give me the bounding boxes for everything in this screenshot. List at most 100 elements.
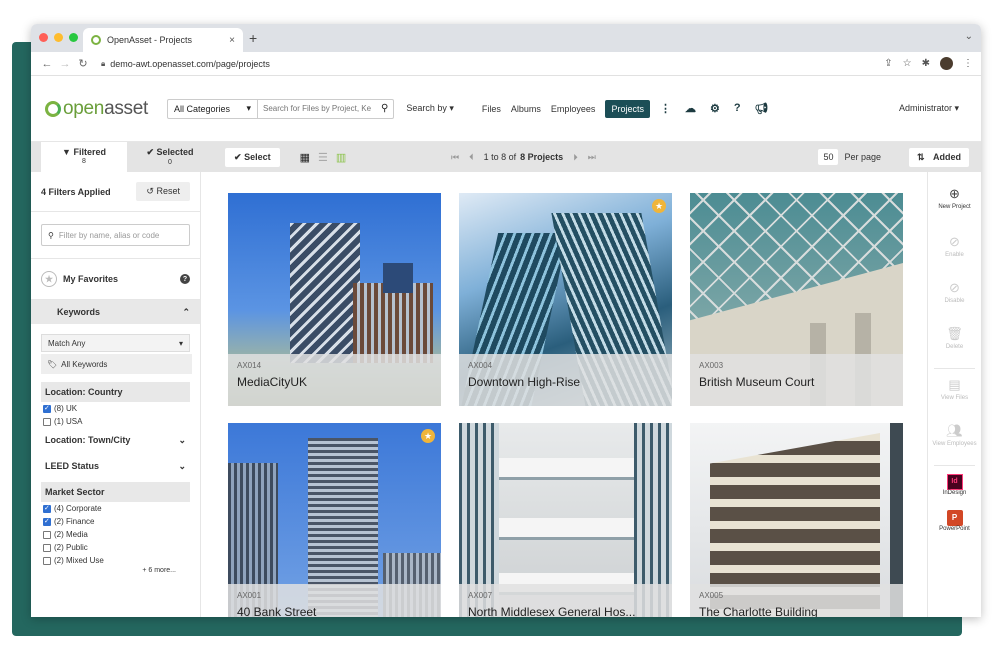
sort-button[interactable]: ⇅ Added <box>908 147 969 167</box>
caret-down-icon: ▾ <box>246 103 251 113</box>
help-icon[interactable]: ? <box>734 102 741 115</box>
filter-option[interactable]: (2) Mixed Use <box>41 554 190 567</box>
powerpoint-label: PowerPoint <box>939 526 970 532</box>
filter-option[interactable]: (4) Corporate <box>41 502 190 515</box>
country-filter-header[interactable]: Location: Country <box>41 382 190 402</box>
view-employees-action[interactable]: 👥︎ View Employees <box>928 417 981 463</box>
app-header: openasset All Categories ▾ ⚲ Search by ▾… <box>31 76 981 142</box>
checkbox[interactable] <box>43 530 51 539</box>
select-button[interactable]: ✔ Select <box>225 147 280 167</box>
my-favorites-row[interactable]: ★ My Favorites ? <box>31 258 200 300</box>
filter-option[interactable]: (2) Finance <box>41 515 190 528</box>
tab-selected[interactable]: ✔ Selected 0 <box>127 142 213 172</box>
filter-option[interactable]: (2) Media <box>41 528 190 541</box>
settings-gear-icon[interactable]: ⚙ <box>710 102 720 115</box>
maximize-window-button[interactable] <box>69 33 78 42</box>
disable-action[interactable]: ⊘ Disable <box>928 274 981 320</box>
all-keywords-chip[interactable]: 🏷︎ All Keywords <box>41 354 192 374</box>
view-files-action[interactable]: ▤ View Files <box>928 371 981 417</box>
minimize-window-button[interactable] <box>54 33 63 42</box>
tab-list-chevron-icon[interactable]: ⌄ <box>965 31 973 42</box>
back-icon[interactable]: ← <box>39 58 55 70</box>
project-card[interactable]: AX014 MediaCityUK <box>228 193 441 406</box>
new-project-action[interactable]: ⊕ New Project <box>928 172 981 228</box>
help-icon[interactable]: ? <box>180 274 190 284</box>
user-menu[interactable]: Administrator ▾ <box>899 103 959 114</box>
new-tab-button[interactable]: + <box>249 30 257 46</box>
project-card[interactable]: AX003 British Museum Court <box>690 193 903 406</box>
town-filter-header[interactable]: Location: Town/City ⌄ <box>41 430 190 450</box>
checkbox-checked[interactable] <box>43 404 51 413</box>
project-card[interactable]: ★ AX004 Downtown High-Rise <box>459 193 672 406</box>
filter-option[interactable]: (1) USA <box>41 415 190 428</box>
tab-filtered[interactable]: ▼ Filtered 8 <box>41 142 127 172</box>
bookmark-star-icon[interactable]: ☆ <box>903 58 912 69</box>
browser-window: OpenAsset - Projects × + ⌄ ← → ↻ 🔒︎ demo… <box>31 24 981 617</box>
per-page-input[interactable]: 50 <box>818 149 839 165</box>
upload-cloud-icon[interactable]: ☁ <box>685 102 696 115</box>
caret-down-icon: ▾ <box>178 338 183 348</box>
reload-icon[interactable]: ↻ <box>75 57 91 70</box>
select-button-label: Select <box>244 151 271 162</box>
project-card[interactable]: AX007 North Middlesex General Hos... <box>459 423 672 617</box>
match-select[interactable]: Match Any ▾ <box>41 334 190 352</box>
checkbox[interactable] <box>43 417 51 426</box>
share-icon[interactable]: ⇪ <box>884 58 892 69</box>
chart-view-icon[interactable]: ▥ <box>336 151 346 164</box>
sector-filter-header[interactable]: Market Sector <box>41 482 190 502</box>
delete-action[interactable]: 🗑︎ Delete <box>928 320 981 366</box>
nav-albums[interactable]: Albums <box>511 104 541 114</box>
tab-title: OpenAsset - Projects <box>107 35 193 45</box>
leed-filter-header[interactable]: LEED Status ⌄ <box>41 456 190 476</box>
checkbox[interactable] <box>43 556 51 565</box>
search-group: All Categories ▾ ⚲ <box>167 98 395 119</box>
reset-button[interactable]: ↺ Reset <box>136 182 190 201</box>
project-card[interactable]: AX005 The Charlotte Building <box>690 423 903 617</box>
trash-icon: 🗑︎ <box>946 326 963 341</box>
project-name: North Middlesex General Hos... <box>468 605 636 617</box>
grid-view-icon[interactable]: ▦ <box>300 151 310 164</box>
project-name: Downtown High-Rise <box>468 375 581 389</box>
browser-menu-icon[interactable]: ⋮ <box>963 58 973 69</box>
favorite-star-icon[interactable]: ★ <box>652 199 666 213</box>
first-page-icon[interactable]: ⏮ <box>451 152 459 163</box>
openasset-logo[interactable]: open asset <box>45 98 167 120</box>
nav-files[interactable]: Files <box>482 104 501 114</box>
main-nav: Files Albums Employees Projects <box>482 99 650 118</box>
powerpoint-action[interactable]: P PowerPoint <box>928 504 981 540</box>
filter-option[interactable]: (8) UK <box>41 402 190 415</box>
filter-option[interactable]: (2) Public <box>41 541 190 554</box>
browser-tab[interactable]: OpenAsset - Projects × <box>83 28 243 52</box>
announcement-megaphone-icon[interactable]: 📢︎ <box>755 102 769 115</box>
show-more-link[interactable]: + 6 more... <box>41 567 190 574</box>
search-input[interactable] <box>258 104 376 113</box>
tag-icon: 🏷︎ <box>47 359 58 369</box>
check-circle-icon: ✔ <box>234 151 242 162</box>
next-page-icon[interactable]: ⏵ <box>573 152 578 163</box>
profile-avatar[interactable] <box>940 57 953 70</box>
prev-page-icon[interactable]: ⏴ <box>469 152 474 163</box>
search-icon[interactable]: ⚲ <box>376 103 393 114</box>
checkbox[interactable] <box>43 543 51 552</box>
checkbox-checked[interactable] <box>43 504 51 513</box>
nav-projects[interactable]: Projects <box>605 99 650 118</box>
last-page-icon[interactable]: ⏭ <box>588 152 596 163</box>
enable-action[interactable]: ⊘ Enable <box>928 228 981 274</box>
indesign-action[interactable]: Id InDesign <box>928 468 981 504</box>
category-select[interactable]: All Categories ▾ <box>168 99 258 118</box>
extensions-icon[interactable]: ✱ <box>922 58 930 69</box>
tab-close-icon[interactable]: × <box>229 35 235 46</box>
more-vertical-icon[interactable]: ⋮ <box>660 102 671 115</box>
list-view-icon[interactable]: ☰ <box>318 151 328 164</box>
forward-icon[interactable]: → <box>57 58 73 70</box>
favorite-star-icon[interactable]: ★ <box>421 429 435 443</box>
nav-employees[interactable]: Employees <box>551 104 596 114</box>
search-by-dropdown[interactable]: Search by ▾ <box>406 103 454 114</box>
url-field[interactable]: 🔒︎ demo-awt.openasset.com/page/projects <box>101 59 270 69</box>
project-card[interactable]: ★ AX001 40 Bank Street <box>228 423 441 617</box>
checkbox-checked[interactable] <box>43 517 51 526</box>
filter-search-field[interactable]: ⚲ Filter by name, alias or code <box>41 224 190 246</box>
category-select-value: All Categories <box>174 103 231 114</box>
close-window-button[interactable] <box>39 33 48 42</box>
keywords-section-header[interactable]: Keywords ⌃ <box>31 300 200 324</box>
